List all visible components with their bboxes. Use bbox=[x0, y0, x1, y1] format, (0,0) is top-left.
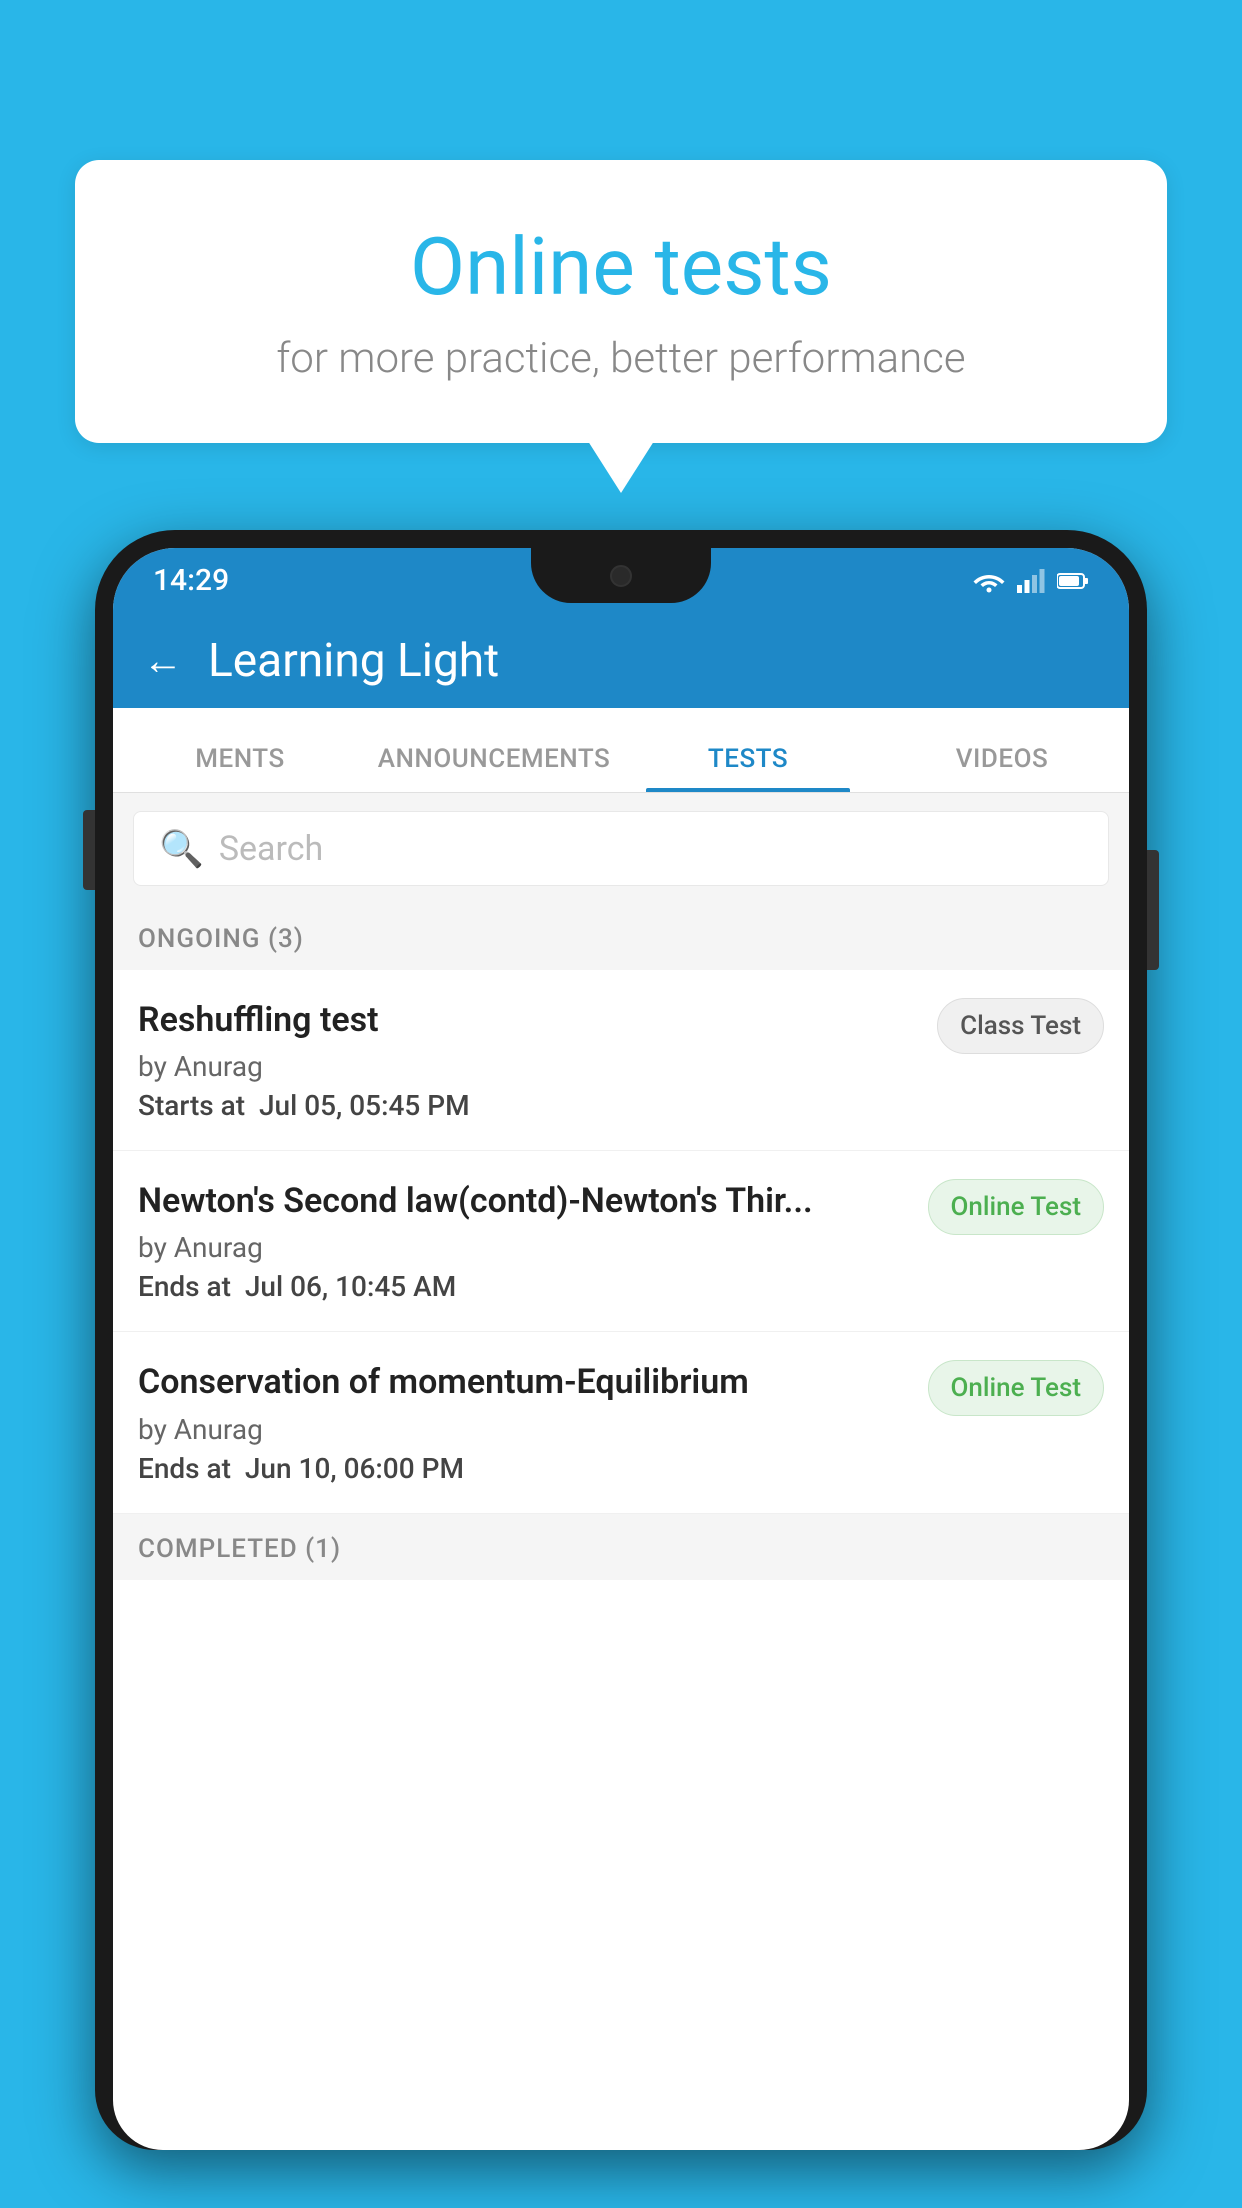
search-icon: 🔍 bbox=[159, 828, 204, 870]
bubble-title: Online tests bbox=[155, 220, 1087, 314]
test-name: Newton's Second law(contd)-Newton's Thir… bbox=[138, 1179, 913, 1223]
wifi-icon bbox=[973, 569, 1005, 593]
test-author: by Anurag bbox=[138, 1050, 922, 1083]
ongoing-section-header: ONGOING (3) bbox=[113, 904, 1129, 970]
status-bar: 14:29 bbox=[113, 548, 1129, 613]
test-author: by Anurag bbox=[138, 1413, 913, 1446]
test-item[interactable]: Newton's Second law(contd)-Newton's Thir… bbox=[113, 1151, 1129, 1332]
completed-label: COMPLETED (1) bbox=[138, 1534, 341, 1564]
tests-list: Reshuffling test by Anurag Starts at Jul… bbox=[113, 970, 1129, 1514]
signal-icon bbox=[1017, 569, 1045, 593]
bubble-subtitle: for more practice, better performance bbox=[155, 334, 1087, 383]
notch bbox=[531, 548, 711, 603]
test-info: Reshuffling test by Anurag Starts at Jul… bbox=[138, 998, 922, 1122]
phone-screen: 14:29 bbox=[113, 548, 1129, 2150]
test-badge: Online Test bbox=[928, 1179, 1105, 1235]
test-badge: Online Test bbox=[928, 1360, 1105, 1416]
search-container: 🔍 Search bbox=[113, 793, 1129, 904]
tab-announcements[interactable]: ANNOUNCEMENTS bbox=[367, 744, 621, 792]
search-box[interactable]: 🔍 Search bbox=[133, 811, 1109, 886]
status-time: 14:29 bbox=[153, 563, 229, 598]
phone-outer: 14:29 bbox=[95, 530, 1147, 2150]
status-icons bbox=[973, 569, 1089, 593]
battery-icon bbox=[1057, 572, 1089, 590]
test-name: Conservation of momentum-Equilibrium bbox=[138, 1360, 913, 1404]
test-author: by Anurag bbox=[138, 1231, 913, 1264]
test-date: Ends at Jun 10, 06:00 PM bbox=[138, 1452, 913, 1485]
back-button[interactable]: ← bbox=[143, 637, 183, 684]
tab-tests[interactable]: TESTS bbox=[621, 744, 875, 792]
test-item[interactable]: Reshuffling test by Anurag Starts at Jul… bbox=[113, 970, 1129, 1151]
app-header: ← Learning Light bbox=[113, 613, 1129, 708]
camera-notch bbox=[610, 565, 632, 587]
speech-bubble: Online tests for more practice, better p… bbox=[75, 160, 1167, 443]
test-name: Reshuffling test bbox=[138, 998, 922, 1042]
test-item[interactable]: Conservation of momentum-Equilibrium by … bbox=[113, 1332, 1129, 1513]
app-title: Learning Light bbox=[208, 634, 499, 688]
test-badge: Class Test bbox=[937, 998, 1104, 1054]
test-date: Ends at Jul 06, 10:45 AM bbox=[138, 1270, 913, 1303]
tabs-bar: MENTS ANNOUNCEMENTS TESTS VIDEOS bbox=[113, 708, 1129, 793]
test-date: Starts at Jul 05, 05:45 PM bbox=[138, 1089, 922, 1122]
test-info: Conservation of momentum-Equilibrium by … bbox=[138, 1360, 913, 1484]
completed-section-header: COMPLETED (1) bbox=[113, 1514, 1129, 1580]
ongoing-label: ONGOING (3) bbox=[138, 924, 304, 954]
tab-ments[interactable]: MENTS bbox=[113, 744, 367, 792]
phone-mockup: 14:29 bbox=[95, 530, 1147, 2208]
promo-bubble: Online tests for more practice, better p… bbox=[75, 160, 1167, 443]
test-info: Newton's Second law(contd)-Newton's Thir… bbox=[138, 1179, 913, 1303]
search-placeholder: Search bbox=[219, 829, 323, 869]
tab-videos[interactable]: VIDEOS bbox=[875, 744, 1129, 792]
